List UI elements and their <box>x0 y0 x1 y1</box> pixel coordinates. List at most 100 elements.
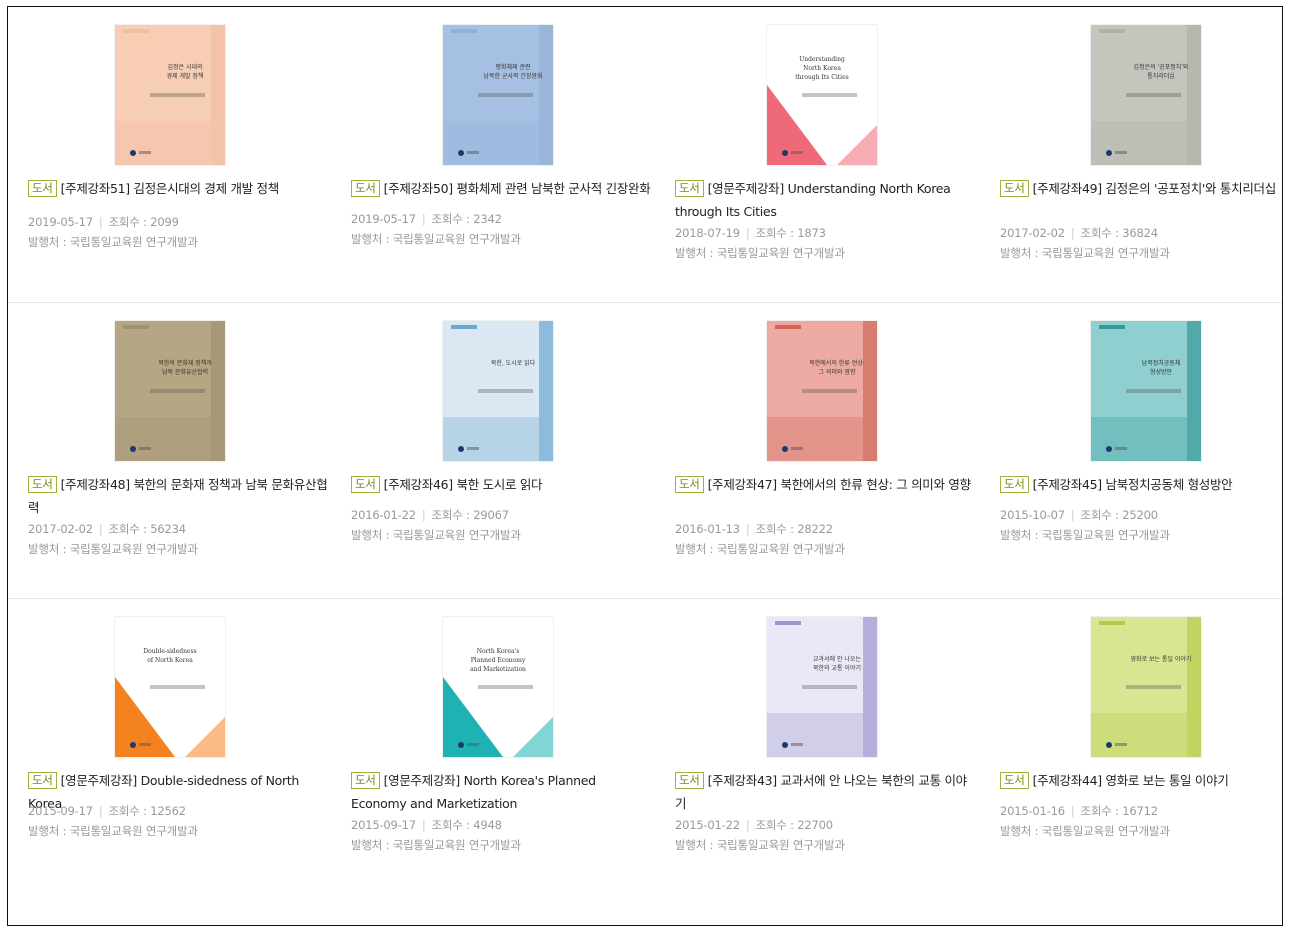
cover-subtitle-bar <box>802 93 857 97</box>
cover-title-line: through Its Cities <box>795 74 848 81</box>
book-title[interactable]: 도서 [영문주제강좌] Understanding North Korea thr… <box>675 177 975 223</box>
book-cover-image: Understanding North Korea through Its Ci… <box>767 25 877 165</box>
book-cover-image: North Korea's Planned Economy and Market… <box>443 617 553 757</box>
cover-title-line: 북한에서의 한류 현상: <box>809 359 865 367</box>
book-views: 1873 <box>797 226 826 240</box>
book-publisher: 국립통일교육원 연구개발과 <box>392 838 521 852</box>
cover-series-bar <box>123 325 149 329</box>
cover-logo-icon <box>782 150 788 156</box>
book-title[interactable]: 도서 [주제강좌43] 교과서에 안 나오는 북한의 교통 이야기 <box>675 769 975 815</box>
book-date: 2017-02-02 <box>1000 226 1065 240</box>
views-label: 조회수 : <box>108 522 151 536</box>
meta-separator: | <box>98 522 103 536</box>
book-title[interactable]: 도서 [주제강좌49] 김정은의 '공포정치'와 통치리더십 <box>1000 177 1290 200</box>
book-title-text: [영문주제강좌] North Korea's Planned Economy a… <box>351 773 596 811</box>
cover-title-line: 평화체제 관련 <box>495 63 530 71</box>
book-publisher: 국립통일교육원 연구개발과 <box>1041 528 1170 542</box>
book-title[interactable]: 도서 [주제강좌50] 평화체제 관련 남북한 군사적 긴장완화 <box>351 177 651 200</box>
cover-accent-shape <box>1187 25 1201 165</box>
book-cover[interactable]: 교과서에 안 나오는 북한의 교통 이야기 <box>767 617 877 757</box>
book-meta: 2015-01-22 | 조회수 : 22700 발행처 : 국립통일교육원 연구개… <box>675 815 975 855</box>
cover-title-line: 교과서에 안 나오는 <box>813 655 861 663</box>
book-views: 2342 <box>473 212 502 226</box>
book-cover[interactable]: North Korea's Planned Economy and Market… <box>443 617 553 757</box>
publisher-label: 발행처 : <box>351 838 393 852</box>
book-card[interactable]: 김정은 시대의 경제 개발 정책 도서 [주제강좌51] 김정은시대의 경제 개발… <box>28 7 328 297</box>
book-cover[interactable]: Understanding North Korea through Its Ci… <box>767 25 877 165</box>
book-card[interactable]: 북한, 도시로 읽다 도서 [주제강좌46] 북한 도시로 읽다 2016-01-… <box>351 303 651 593</box>
cover-title-line: 북한, 도시로 읽다 <box>491 359 536 367</box>
book-card[interactable]: 남북정치공동체 형성방안 도서 [주제강좌45] 남북정치공동체 형성방안 201… <box>1000 303 1290 593</box>
cover-title-line: Planned Economy <box>471 657 526 664</box>
book-cover[interactable]: 남북정치공동체 형성방안 <box>1091 321 1201 461</box>
book-cover-image: 평화체제 관련 남북한 군사적 긴장완화 <box>443 25 553 165</box>
book-meta: 2015-01-16 | 조회수 : 16712 발행처 : 국립통일교육원 연구개… <box>1000 801 1290 841</box>
cover-accent-shape <box>1091 713 1187 757</box>
book-card[interactable]: North Korea's Planned Economy and Market… <box>351 599 651 889</box>
book-publisher: 국립통일교육원 연구개발과 <box>69 542 198 556</box>
book-cover[interactable]: 김정은 시대의 경제 개발 정책 <box>115 25 225 165</box>
book-title-text: [주제강좌47] 북한에서의 한류 현상: 그 의미와 영향 <box>707 477 972 492</box>
cover-series-bar <box>123 29 149 33</box>
views-label: 조회수 : <box>431 818 474 832</box>
cover-accent-shape <box>1091 417 1187 461</box>
book-cover[interactable]: Double-sidedness of North Korea <box>115 617 225 757</box>
book-title[interactable]: 도서 [주제강좌46] 북한 도시로 읽다 <box>351 473 651 496</box>
cover-title-line: 영화로 보는 통일 이야기 <box>1131 655 1192 663</box>
cover-logo-icon <box>458 742 464 748</box>
book-type-tag: 도서 <box>1000 476 1029 493</box>
cover-series-bar <box>451 325 477 329</box>
cover-series-bar <box>775 325 801 329</box>
cover-logo-text-bar <box>139 743 151 746</box>
book-date: 2016-01-22 <box>351 508 416 522</box>
cover-title-line: 경제 개발 정책 <box>167 72 204 80</box>
book-publisher: 국립통일교육원 연구개발과 <box>716 838 845 852</box>
publisher-label: 발행처 : <box>351 232 393 246</box>
meta-separator: | <box>98 215 103 229</box>
book-list-frame: 김정은 시대의 경제 개발 정책 도서 [주제강좌51] 김정은시대의 경제 개발… <box>7 6 1283 926</box>
book-card[interactable]: 김정은의 '공포정치'와 통치리더십 도서 [주제강좌49] 김정은의 '공포정치… <box>1000 7 1290 297</box>
book-type-tag: 도서 <box>351 772 380 789</box>
publisher-label: 발행처 : <box>1000 824 1042 838</box>
book-cover[interactable]: 북한, 도시로 읽다 <box>443 321 553 461</box>
views-label: 조회수 : <box>1080 508 1123 522</box>
book-meta: 2015-09-17 | 조회수 : 4948 발행처 : 국립통일교육원 연구개발… <box>351 815 651 855</box>
cover-logo-icon <box>782 446 788 452</box>
book-cover-image: 북한에서의 한류 현상: 그 의미와 영향 <box>767 321 877 461</box>
views-label: 조회수 : <box>755 522 798 536</box>
book-meta: 2016-01-13 | 조회수 : 28222 발행처 : 국립통일교육원 연구개… <box>675 519 975 559</box>
cover-accent-shape <box>443 417 539 461</box>
book-card[interactable]: Double-sidedness of North Korea 도서 [영문주제강… <box>28 599 328 889</box>
publisher-label: 발행처 : <box>28 542 70 556</box>
book-title[interactable]: 도서 [영문주제강좌] North Korea's Planned Economy… <box>351 769 651 815</box>
cover-accent-shape <box>539 321 553 461</box>
book-cover[interactable]: 북한의 문화재 정책과 남북 문화유산협력 <box>115 321 225 461</box>
book-cover-image: Double-sidedness of North Korea <box>115 617 225 757</box>
book-card[interactable]: 영화로 보는 통일 이야기 도서 [주제강좌44] 영화로 보는 통일 이야기 2… <box>1000 599 1290 889</box>
book-title[interactable]: 도서 [주제강좌48] 북한의 문화재 정책과 남북 문화유산협력 <box>28 473 328 519</box>
book-title-text: [주제강좌44] 영화로 보는 통일 이야기 <box>1032 773 1229 788</box>
meta-separator: | <box>98 804 103 818</box>
book-card[interactable]: Understanding North Korea through Its Ci… <box>675 7 975 297</box>
book-title[interactable]: 도서 [주제강좌45] 남북정치공동체 형성방안 <box>1000 473 1290 496</box>
book-views: 56234 <box>150 522 186 536</box>
book-date: 2015-10-07 <box>1000 508 1065 522</box>
book-title-text: [주제강좌49] 김정은의 '공포정치'와 통치리더십 <box>1032 181 1277 196</box>
book-title[interactable]: 도서 [주제강좌44] 영화로 보는 통일 이야기 <box>1000 769 1290 792</box>
book-cover[interactable]: 김정은의 '공포정치'와 통치리더십 <box>1091 25 1201 165</box>
book-cover[interactable]: 북한에서의 한류 현상: 그 의미와 영향 <box>767 321 877 461</box>
book-card[interactable]: 평화체제 관련 남북한 군사적 긴장완화 도서 [주제강좌50] 평화체제 관련 … <box>351 7 651 297</box>
cover-logo-text-bar <box>1115 151 1127 154</box>
book-card[interactable]: 북한의 문화재 정책과 남북 문화유산협력 도서 [주제강좌48] 북한의 문화재… <box>28 303 328 593</box>
book-type-tag: 도서 <box>351 180 380 197</box>
book-cover[interactable]: 평화체제 관련 남북한 군사적 긴장완화 <box>443 25 553 165</box>
publisher-label: 발행처 : <box>1000 528 1042 542</box>
book-cover[interactable]: 영화로 보는 통일 이야기 <box>1091 617 1201 757</box>
book-card[interactable]: 북한에서의 한류 현상: 그 의미와 영향 도서 [주제강좌47] 북한에서의 한… <box>675 303 975 593</box>
meta-separator: | <box>421 818 426 832</box>
book-date: 2019-05-17 <box>351 212 416 226</box>
book-title[interactable]: 도서 [주제강좌47] 북한에서의 한류 현상: 그 의미와 영향 <box>675 473 975 496</box>
publisher-label: 발행처 : <box>28 235 70 249</box>
book-title[interactable]: 도서 [주제강좌51] 김정은시대의 경제 개발 정책 <box>28 177 328 200</box>
book-card[interactable]: 교과서에 안 나오는 북한의 교통 이야기 도서 [주제강좌43] 교과서에 안 … <box>675 599 975 889</box>
